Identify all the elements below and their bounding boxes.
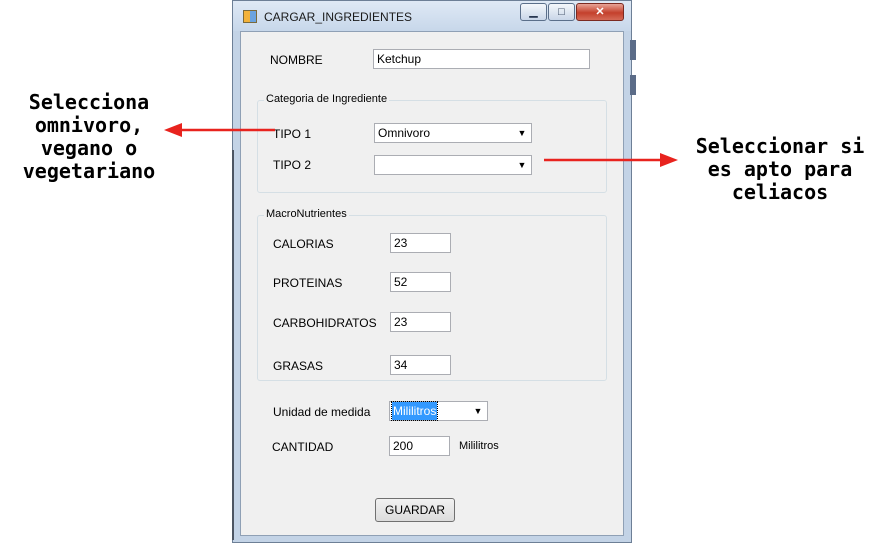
proteinas-input[interactable]: 52 [390, 272, 451, 292]
annotation-left-text: Selecciona omnivoro, vegano o vegetarian… [22, 90, 156, 183]
macronutrientes-group: MacroNutrientes CALORIAS 23 PROTEINAS 52… [257, 208, 607, 381]
calorias-label: CALORIAS [273, 237, 334, 251]
carbohidratos-input[interactable]: 23 [390, 312, 451, 332]
unidad-label: Unidad de medida [273, 405, 371, 419]
grasas-label: GRASAS [273, 359, 324, 373]
annotation-right-text: Seleccionar si es apto para celiacos [695, 134, 865, 204]
chevron-down-icon[interactable]: ▼ [515, 124, 529, 142]
form-client-area: NOMBRE Ketchup Categoria de Ingrediente … [240, 31, 624, 536]
tipo1-selected-value: Omnivoro [378, 126, 431, 140]
cantidad-unit-label: Mililitros [459, 440, 499, 452]
background-window-edge [630, 40, 636, 60]
categoria-group: Categoria de Ingrediente TIPO 1 Omnivoro… [257, 93, 607, 193]
background-window-edge [232, 150, 234, 540]
proteinas-label: PROTEINAS [273, 276, 343, 290]
tipo1-select[interactable]: Omnivoro ▼ [374, 123, 532, 143]
nombre-input[interactable]: Ketchup [373, 49, 590, 69]
cargar-ingredientes-window: CARGAR_INGREDIENTES ▁ □ ✕ NOMBRE Ketchup… [232, 0, 632, 543]
unidad-selected-value: Mililitros [390, 401, 439, 421]
carbohidratos-label: CARBOHIDRATOS [273, 316, 377, 330]
tipo1-label: TIPO 1 [273, 127, 312, 141]
macronutrientes-group-title: MacroNutrientes [264, 208, 349, 220]
chevron-down-icon[interactable]: ▼ [515, 156, 529, 174]
grasas-input[interactable]: 34 [390, 355, 451, 375]
nombre-label: NOMBRE [270, 53, 323, 67]
app-icon [243, 10, 257, 23]
calorias-input[interactable]: 23 [390, 233, 451, 253]
cantidad-label: CANTIDAD [272, 440, 334, 454]
window-title: CARGAR_INGREDIENTES [264, 10, 413, 24]
title-bar[interactable]: CARGAR_INGREDIENTES ▁ □ ✕ [233, 1, 631, 31]
minimize-button[interactable]: ▁ [520, 3, 547, 21]
tipo2-label: TIPO 2 [273, 158, 312, 172]
unidad-select[interactable]: Mililitros ▼ [389, 401, 488, 421]
guardar-button[interactable]: GUARDAR [375, 498, 455, 522]
categoria-group-title: Categoria de Ingrediente [264, 93, 390, 105]
close-button[interactable]: ✕ [576, 3, 624, 21]
chevron-down-icon[interactable]: ▼ [471, 402, 485, 420]
maximize-button[interactable]: □ [548, 3, 575, 21]
tipo2-select[interactable]: ▼ [374, 155, 532, 175]
background-window-edge [630, 75, 636, 95]
cantidad-input[interactable]: 200 [389, 436, 450, 456]
